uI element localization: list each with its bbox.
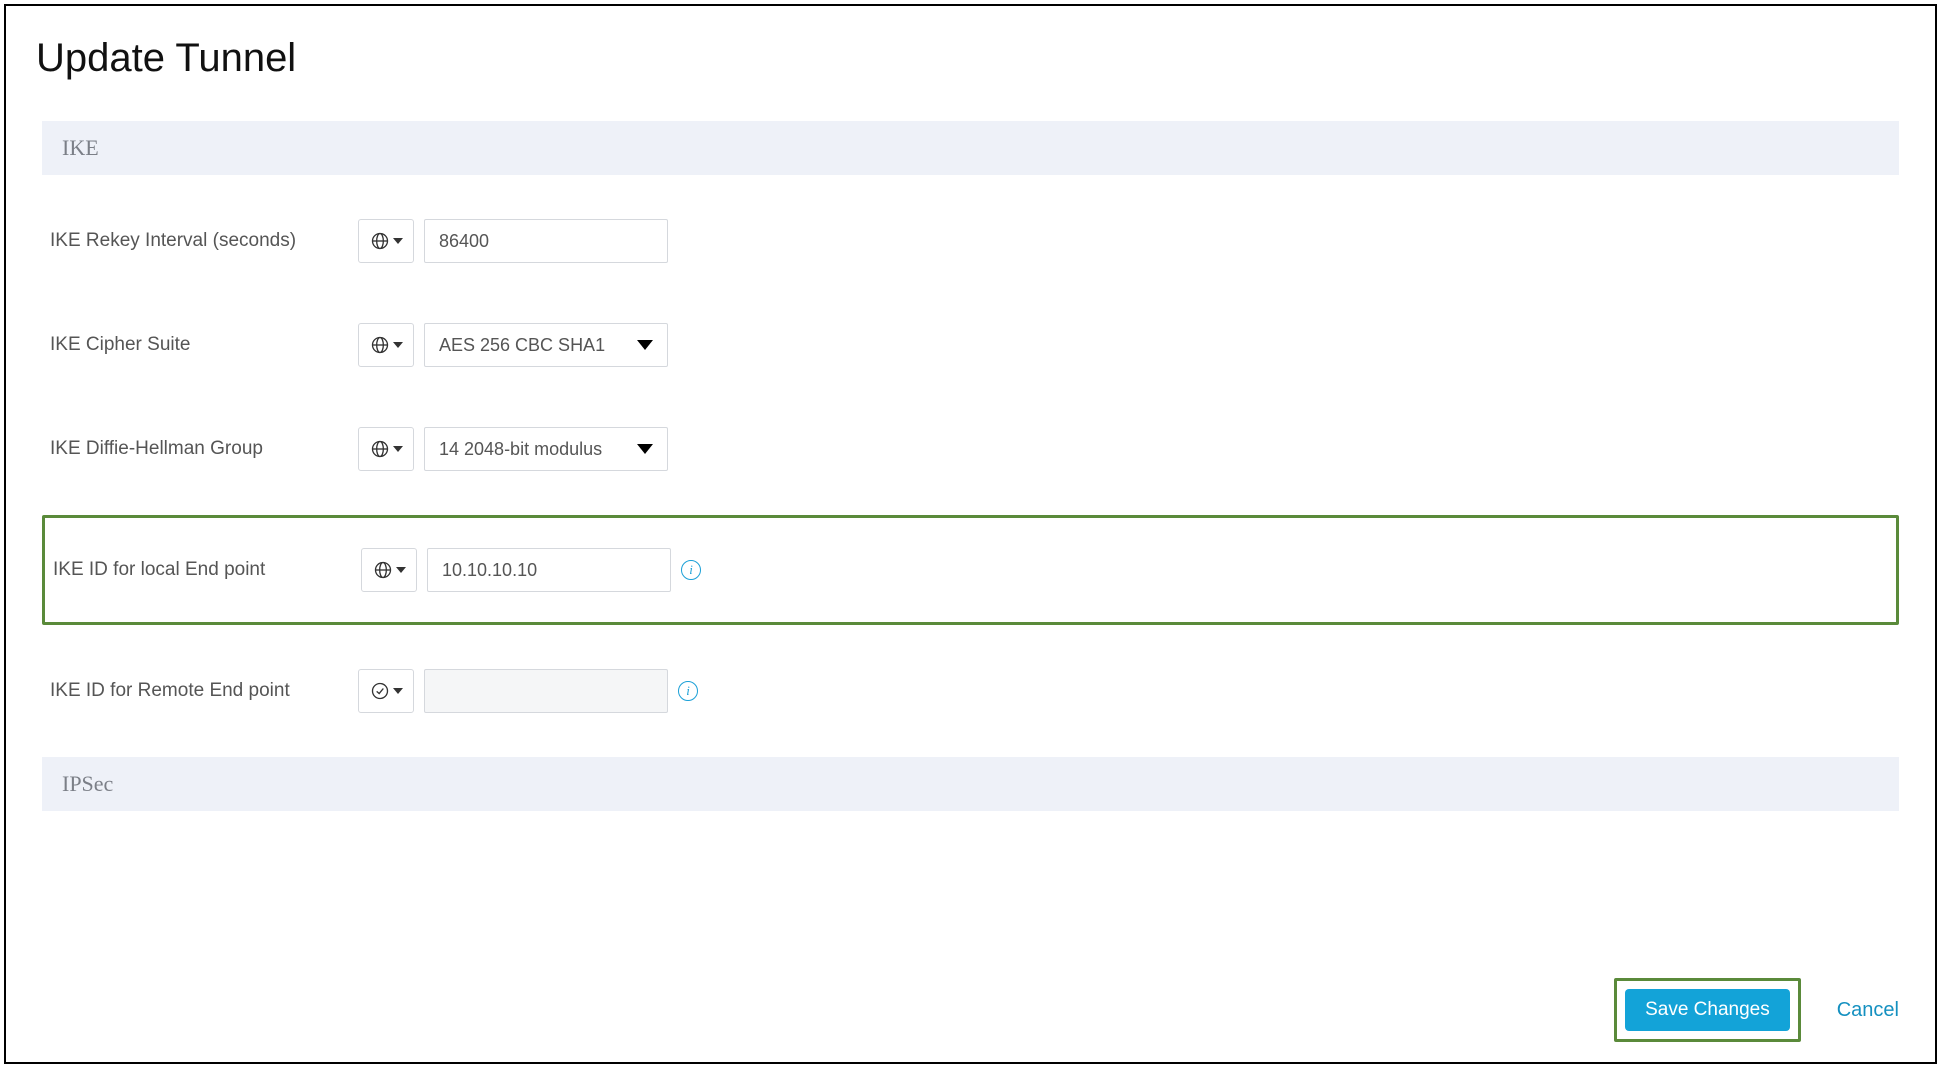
scope-selector[interactable] xyxy=(361,548,417,592)
chevron-down-icon xyxy=(393,446,403,452)
ike-dh-group-select[interactable]: 14 2048-bit modulus xyxy=(424,427,668,471)
dialog-footer: Save Changes Cancel xyxy=(6,960,1935,1062)
ike-remote-id-input[interactable] xyxy=(424,669,668,713)
label-ike-dh-group: IKE Diffie-Hellman Group xyxy=(50,438,358,460)
label-ike-local-id: IKE ID for local End point xyxy=(53,559,361,581)
row-ike-rekey-interval: IKE Rekey Interval (seconds) xyxy=(42,203,1899,279)
input-group: 14 2048-bit modulus xyxy=(358,427,668,471)
ike-cipher-suite-select[interactable]: AES 256 CBC SHA1 xyxy=(424,323,668,367)
row-ike-local-id: IKE ID for local End point i xyxy=(42,515,1899,625)
info-icon[interactable]: i xyxy=(678,681,698,701)
label-ike-cipher-suite: IKE Cipher Suite xyxy=(50,334,358,356)
globe-icon xyxy=(373,560,393,580)
dropdown-value: AES 256 CBC SHA1 xyxy=(439,335,605,356)
section-header-ipsec: IPSec xyxy=(42,757,1899,811)
row-ike-remote-id: IKE ID for Remote End point i xyxy=(42,653,1899,729)
ike-rekey-interval-input[interactable] xyxy=(424,219,668,263)
row-ike-dh-group: IKE Diffie-Hellman Group 14 2048-bit mod… xyxy=(42,411,1899,487)
scope-selector[interactable] xyxy=(358,427,414,471)
scope-selector[interactable] xyxy=(358,323,414,367)
input-group: i xyxy=(358,669,698,713)
input-group: AES 256 CBC SHA1 xyxy=(358,323,668,367)
check-circle-icon xyxy=(370,681,390,701)
dialog-frame: Update Tunnel IKE IKE Rekey Interval (se… xyxy=(4,4,1937,1064)
chevron-down-icon xyxy=(637,340,653,350)
chevron-down-icon xyxy=(393,238,403,244)
label-ike-rekey-interval: IKE Rekey Interval (seconds) xyxy=(50,230,358,252)
save-highlight-box: Save Changes xyxy=(1614,978,1801,1042)
page-title: Update Tunnel xyxy=(6,6,1935,121)
globe-icon xyxy=(370,231,390,251)
row-ike-cipher-suite: IKE Cipher Suite AES 256 CBC SHA1 xyxy=(42,307,1899,383)
section-header-ike: IKE xyxy=(42,121,1899,175)
input-group xyxy=(358,219,668,263)
scope-selector[interactable] xyxy=(358,669,414,713)
dropdown-value: 14 2048-bit modulus xyxy=(439,439,602,460)
form-content: IKE IKE Rekey Interval (seconds) IKE Cip… xyxy=(6,121,1935,811)
input-group: i xyxy=(361,548,701,592)
globe-icon xyxy=(370,439,390,459)
chevron-down-icon xyxy=(396,567,406,573)
ike-local-id-input[interactable] xyxy=(427,548,671,592)
cancel-link[interactable]: Cancel xyxy=(1837,999,1899,1022)
label-ike-remote-id: IKE ID for Remote End point xyxy=(50,680,358,702)
info-icon[interactable]: i xyxy=(681,560,701,580)
save-button[interactable]: Save Changes xyxy=(1625,989,1790,1031)
scope-selector[interactable] xyxy=(358,219,414,263)
globe-icon xyxy=(370,335,390,355)
chevron-down-icon xyxy=(637,444,653,454)
chevron-down-icon xyxy=(393,688,403,694)
chevron-down-icon xyxy=(393,342,403,348)
